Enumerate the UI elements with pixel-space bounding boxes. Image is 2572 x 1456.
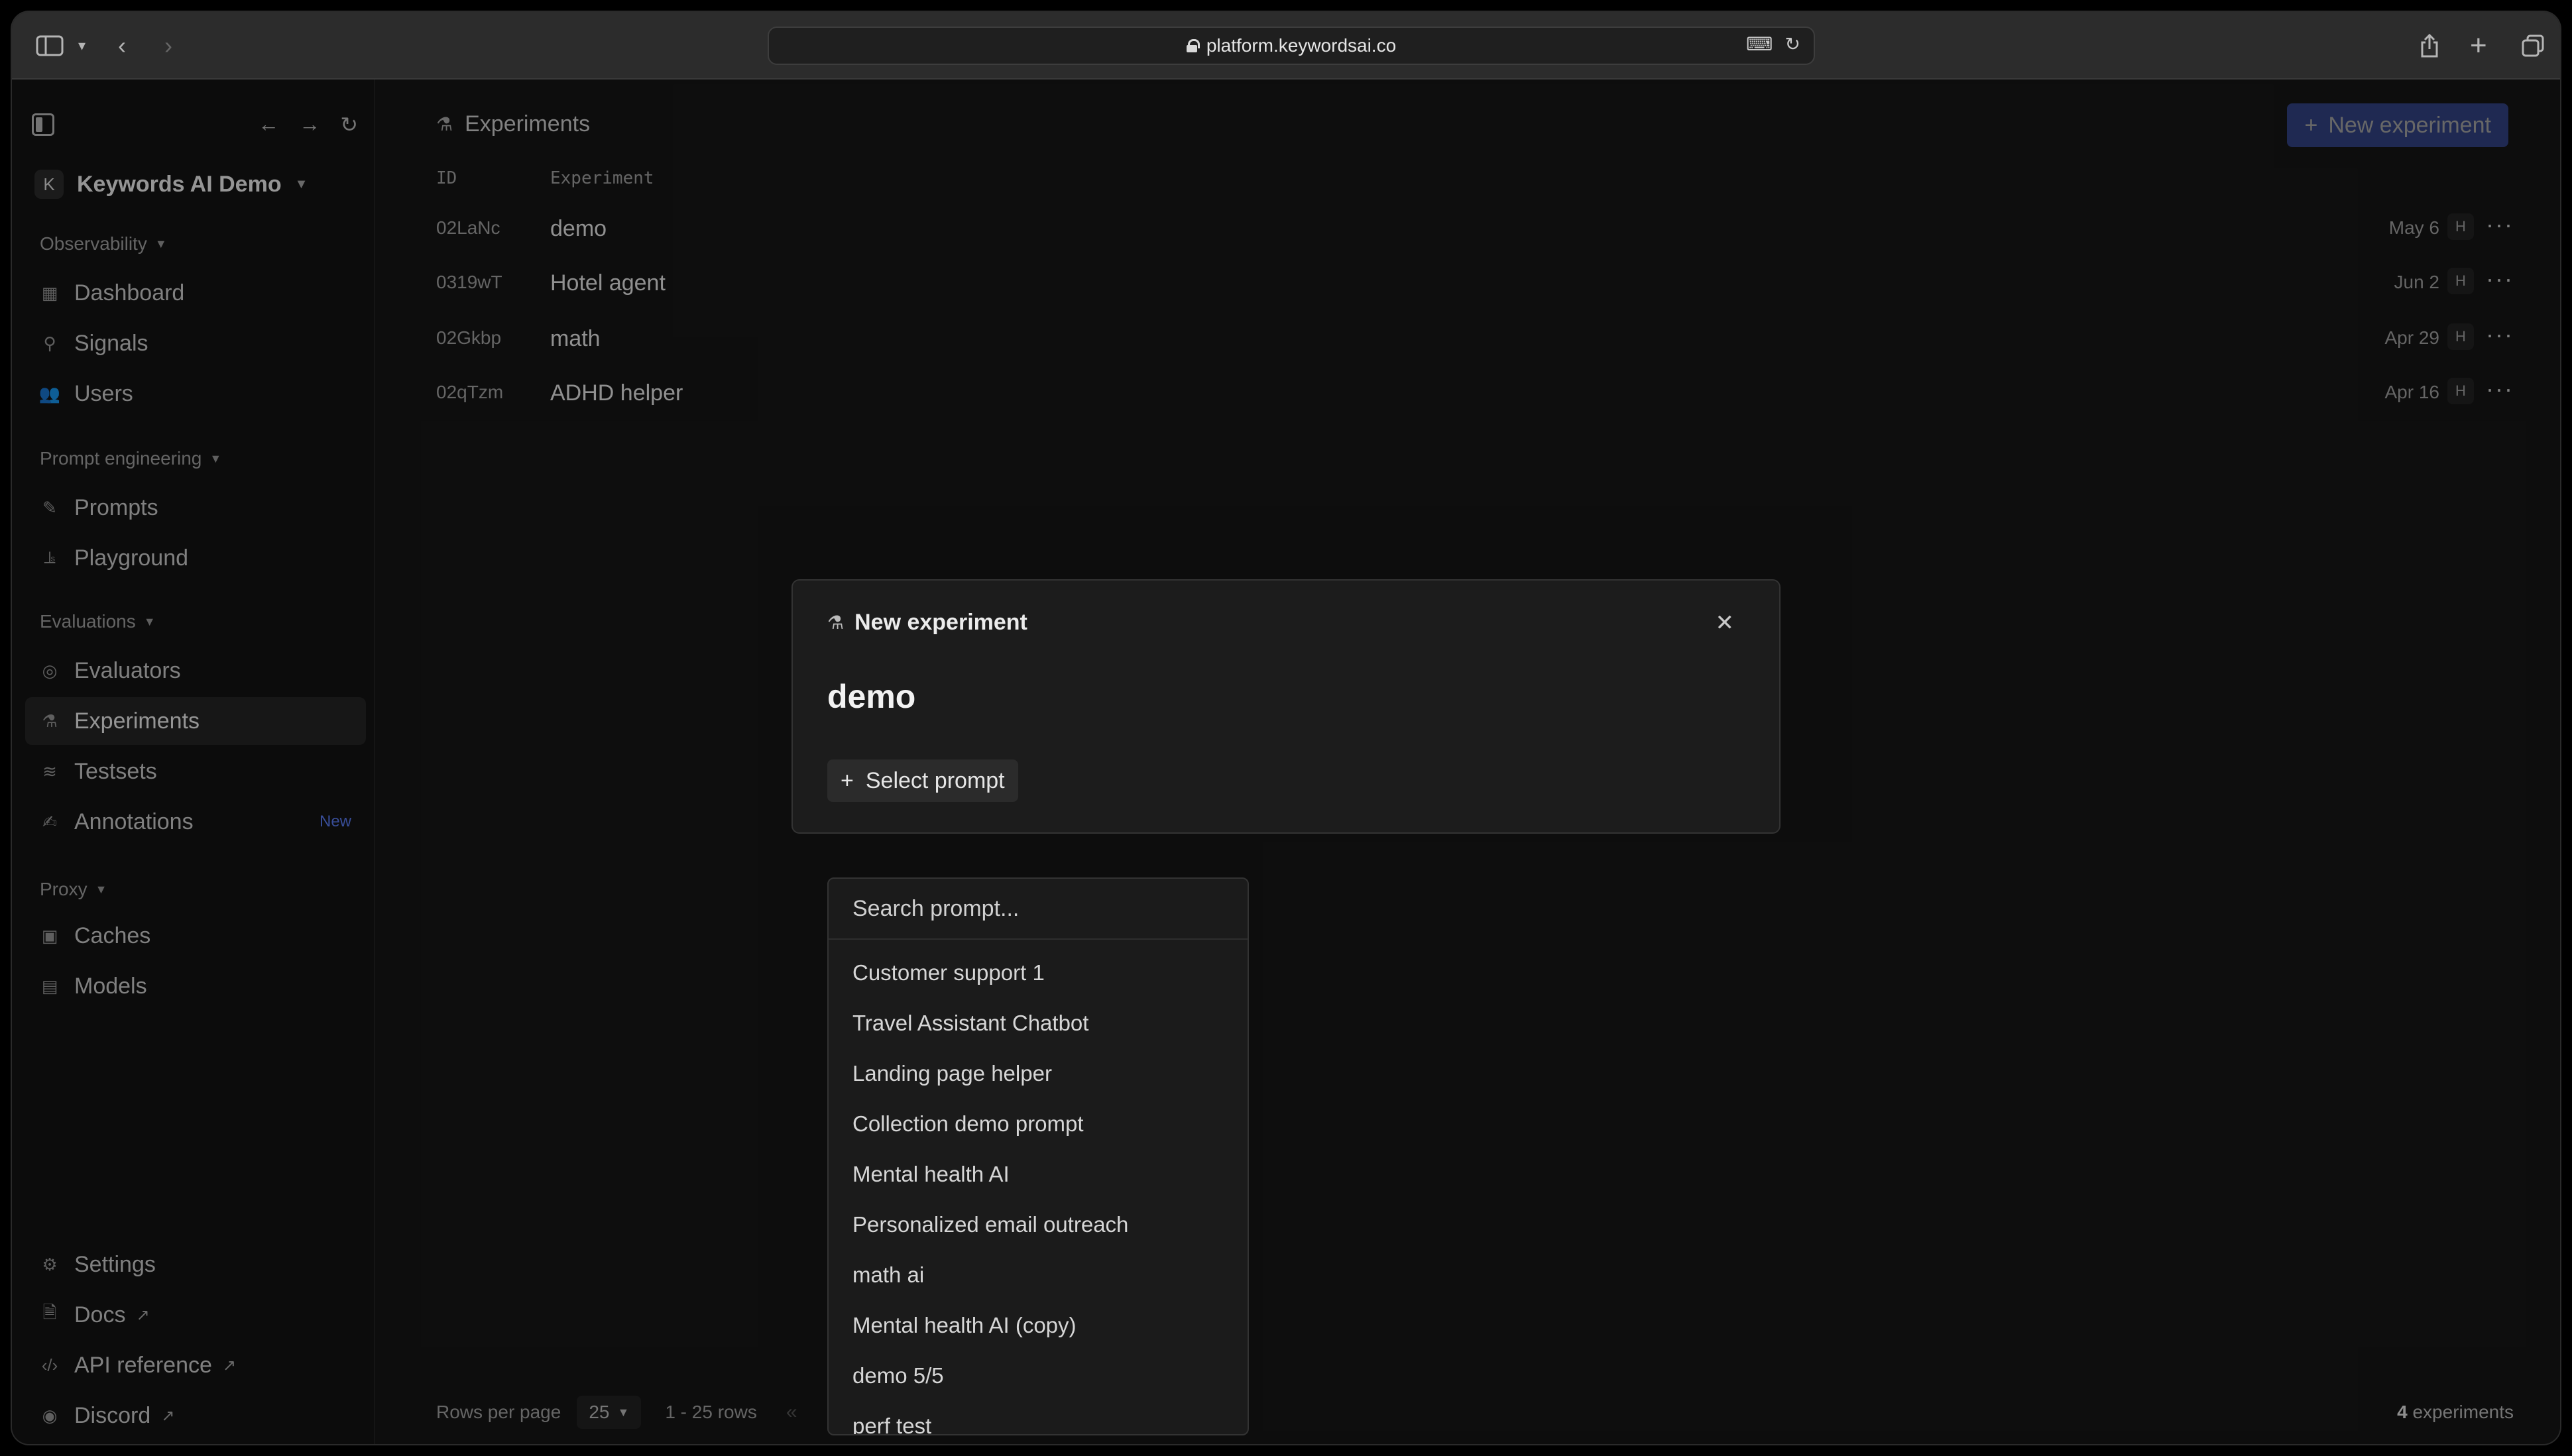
- list-item[interactable]: perf test: [829, 1401, 1248, 1434]
- select-prompt-button[interactable]: + Select prompt: [827, 759, 1018, 802]
- list-item[interactable]: Mental health AI (copy): [829, 1300, 1248, 1351]
- back-icon[interactable]: ‹: [118, 30, 126, 61]
- list-item[interactable]: Mental health AI: [829, 1149, 1248, 1200]
- tab-overview-icon[interactable]: [2522, 30, 2544, 61]
- list-item[interactable]: Customer support 1: [829, 948, 1248, 998]
- experiment-name-field[interactable]: demo: [827, 677, 915, 716]
- prompt-options-list: Customer support 1 Travel Assistant Chat…: [829, 940, 1248, 1434]
- lock-icon: [1186, 39, 1200, 52]
- list-item[interactable]: demo 5/5: [829, 1351, 1248, 1401]
- chevron-down-icon[interactable]: ▾: [78, 30, 86, 61]
- list-item[interactable]: Travel Assistant Chatbot: [829, 998, 1248, 1048]
- translate-icon[interactable]: ⌨: [1746, 33, 1773, 55]
- reload-icon[interactable]: ↻: [1785, 33, 1800, 55]
- flask-icon: ⚗: [827, 612, 845, 633]
- list-item[interactable]: Personalized email outreach: [829, 1200, 1248, 1250]
- address-bar[interactable]: platform.keywordsai.co ⌨ ↻: [768, 27, 1815, 65]
- close-icon[interactable]: ✕: [1716, 610, 1735, 636]
- browser-window: ▾ ‹ › platform.keywordsai.co ⌨ ↻ + ← → ↻: [12, 12, 2560, 1444]
- list-item[interactable]: Collection demo prompt: [829, 1099, 1248, 1149]
- prompt-dropdown: Search prompt... Customer support 1 Trav…: [827, 877, 1249, 1435]
- list-item[interactable]: math ai: [829, 1250, 1248, 1300]
- modal-title: New experiment: [854, 610, 1027, 635]
- search-prompt-input[interactable]: Search prompt...: [829, 879, 1248, 940]
- list-item[interactable]: Landing page helper: [829, 1048, 1248, 1099]
- new-tab-icon[interactable]: +: [2470, 29, 2487, 62]
- forward-icon[interactable]: ›: [164, 30, 172, 61]
- share-icon[interactable]: [2420, 30, 2439, 61]
- button-label: Select prompt: [865, 767, 1005, 793]
- modal-header: ⚗ New experiment: [827, 610, 1027, 636]
- browser-toolbar: ▾ ‹ › platform.keywordsai.co ⌨ ↻ +: [12, 12, 2560, 80]
- sidebar-toggle-icon[interactable]: [36, 30, 64, 61]
- url-text: platform.keywordsai.co: [1206, 35, 1397, 56]
- new-experiment-modal: ⚗ New experiment ✕ demo + Select prompt: [791, 579, 1781, 834]
- plus-icon: +: [841, 767, 854, 793]
